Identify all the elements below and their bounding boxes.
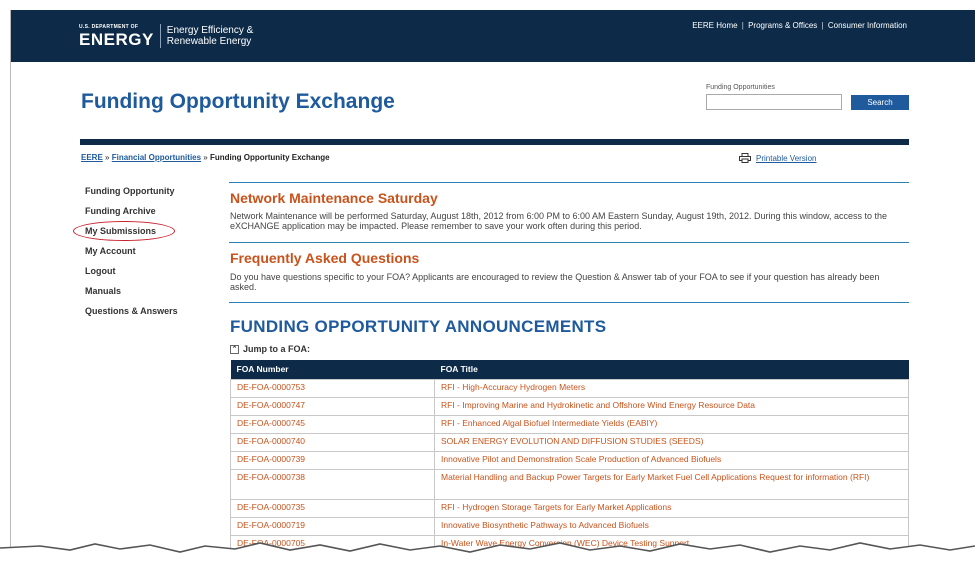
- column-header-foa-number: FOA Number: [230, 360, 435, 379]
- sidebar-item-logout[interactable]: Logout: [85, 265, 205, 285]
- notice-body-faq: Do you have questions specific to your F…: [230, 272, 880, 292]
- eere-logo-text: Energy Efficiency & Renewable Energy: [167, 25, 254, 47]
- doe-eere-logo[interactable]: U.S. DEPARTMENT OF ENERGY Energy Efficie…: [79, 24, 253, 48]
- notice-title-maintenance: Network Maintenance Saturday: [230, 190, 438, 206]
- doe-logo-big: ENERGY: [79, 29, 154, 49]
- breadcrumb-sep: »: [105, 153, 110, 162]
- breadcrumb-sep: »: [203, 153, 208, 162]
- breadcrumb-financial-opportunities[interactable]: Financial Opportunities: [112, 153, 201, 162]
- sidebar-item-questions-answers[interactable]: Questions & Answers: [85, 305, 205, 325]
- foa-title-link[interactable]: Material Handling and Backup Power Targe…: [434, 468, 909, 500]
- column-header-foa-title: FOA Title: [434, 360, 909, 379]
- foa-number-link[interactable]: DE-FOA-0000735: [230, 498, 435, 518]
- section-divider: [229, 182, 909, 183]
- search-input[interactable]: [706, 94, 842, 110]
- section-divider: [229, 242, 909, 243]
- jump-to-foa-label: Jump to a FOA:: [243, 344, 310, 354]
- section-divider: [229, 302, 909, 303]
- foa-number-link[interactable]: DE-FOA-0000738: [230, 468, 435, 500]
- eere-line-2: Renewable Energy: [166, 36, 252, 47]
- page-title: Funding Opportunity Exchange: [81, 90, 395, 113]
- table-row: DE-FOA-0000735 RFI - Hydrogen Storage Ta…: [230, 498, 909, 518]
- printer-icon: [739, 153, 751, 163]
- doe-logo-small: U.S. DEPARTMENT OF: [79, 23, 139, 30]
- header-divider: [80, 139, 909, 145]
- link-separator: |: [739, 21, 747, 30]
- table-row: DE-FOA-0000738 Material Handling and Bac…: [230, 468, 909, 500]
- top-links: EERE Home | Programs & Offices | Consume…: [692, 21, 907, 30]
- table-header-row: FOA Number FOA Title: [230, 360, 909, 379]
- printable-version[interactable]: Printable Version: [739, 153, 816, 163]
- foa-title-link[interactable]: SOLAR ENERGY EVOLUTION AND DIFFUSION STU…: [434, 432, 909, 452]
- foa-number-link[interactable]: DE-FOA-0000745: [230, 414, 435, 434]
- printable-version-link[interactable]: Printable Version: [756, 154, 816, 163]
- logo-divider: [159, 24, 161, 48]
- foa-number-link[interactable]: DE-FOA-0000740: [230, 432, 435, 452]
- foa-title-link[interactable]: RFI - Hydrogen Storage Targets for Early…: [434, 498, 909, 518]
- foa-title-link[interactable]: RFI - High-Accuracy Hydrogen Meters: [434, 378, 909, 398]
- link-consumer-information[interactable]: Consumer Information: [828, 21, 907, 30]
- link-programs-offices[interactable]: Programs & Offices: [748, 21, 817, 30]
- notice-body-maintenance: Network Maintenance will be performed Sa…: [230, 211, 888, 231]
- doe-logo: U.S. DEPARTMENT OF ENERGY: [79, 23, 154, 49]
- link-eere-home[interactable]: EERE Home: [692, 21, 737, 30]
- sidebar-item-my-submissions[interactable]: My Submissions: [73, 221, 205, 245]
- breadcrumb: EERE » Financial Opportunities » Funding…: [81, 153, 330, 162]
- eere-line-1: Energy Efficiency &: [166, 25, 254, 36]
- foa-number-link[interactable]: DE-FOA-0000739: [230, 450, 435, 470]
- foa-table: FOA Number FOA Title DE-FOA-0000753 RFI …: [230, 360, 909, 554]
- link-separator: |: [819, 21, 826, 30]
- sidebar-nav: Funding Opportunity Funding Archive My S…: [73, 185, 205, 325]
- breadcrumb-eere[interactable]: EERE: [81, 153, 103, 162]
- breadcrumb-current: Funding Opportunity Exchange: [209, 153, 330, 162]
- foa-title-link[interactable]: Innovative Pilot and Demonstration Scale…: [434, 450, 909, 470]
- foa-title-link[interactable]: RFI - Enhanced Algal Biofuel Intermediat…: [434, 414, 909, 434]
- browser-page: U.S. DEPARTMENT OF ENERGY Energy Efficie…: [10, 10, 975, 562]
- table-row: DE-FOA-0000740 SOLAR ENERGY EVOLUTION AN…: [230, 432, 909, 452]
- sidebar-item-funding-opportunity[interactable]: Funding Opportunity: [85, 185, 205, 205]
- foa-title-link[interactable]: RFI - Improving Marine and Hydrokinetic …: [434, 396, 909, 416]
- table-row: DE-FOA-0000753 RFI - High-Accuracy Hydro…: [230, 378, 909, 398]
- table-row: DE-FOA-0000739 Innovative Pilot and Demo…: [230, 450, 909, 470]
- sidebar-item-manuals[interactable]: Manuals: [85, 285, 205, 305]
- search-label: Funding Opportunities: [706, 84, 775, 91]
- sidebar-item-my-account[interactable]: My Account: [85, 245, 205, 265]
- jump-to-foa[interactable]: ⌃ Jump to a FOA:: [230, 344, 310, 354]
- site-topbar: U.S. DEPARTMENT OF ENERGY Energy Efficie…: [11, 10, 975, 62]
- search-button[interactable]: Search: [851, 95, 909, 110]
- foa-number-link[interactable]: DE-FOA-0000753: [230, 378, 435, 398]
- foa-number-link[interactable]: DE-FOA-0000747: [230, 396, 435, 416]
- foa-heading: FUNDING OPPORTUNITY ANNOUNCEMENTS: [230, 317, 607, 336]
- notice-title-faq: Frequently Asked Questions: [230, 250, 420, 266]
- highlight-ring: [73, 221, 175, 241]
- table-row: DE-FOA-0000747 RFI - Improving Marine an…: [230, 396, 909, 416]
- torn-edge: [0, 542, 975, 562]
- table-row: DE-FOA-0000745 RFI - Enhanced Algal Biof…: [230, 414, 909, 434]
- collapse-up-icon: ⌃: [230, 344, 239, 354]
